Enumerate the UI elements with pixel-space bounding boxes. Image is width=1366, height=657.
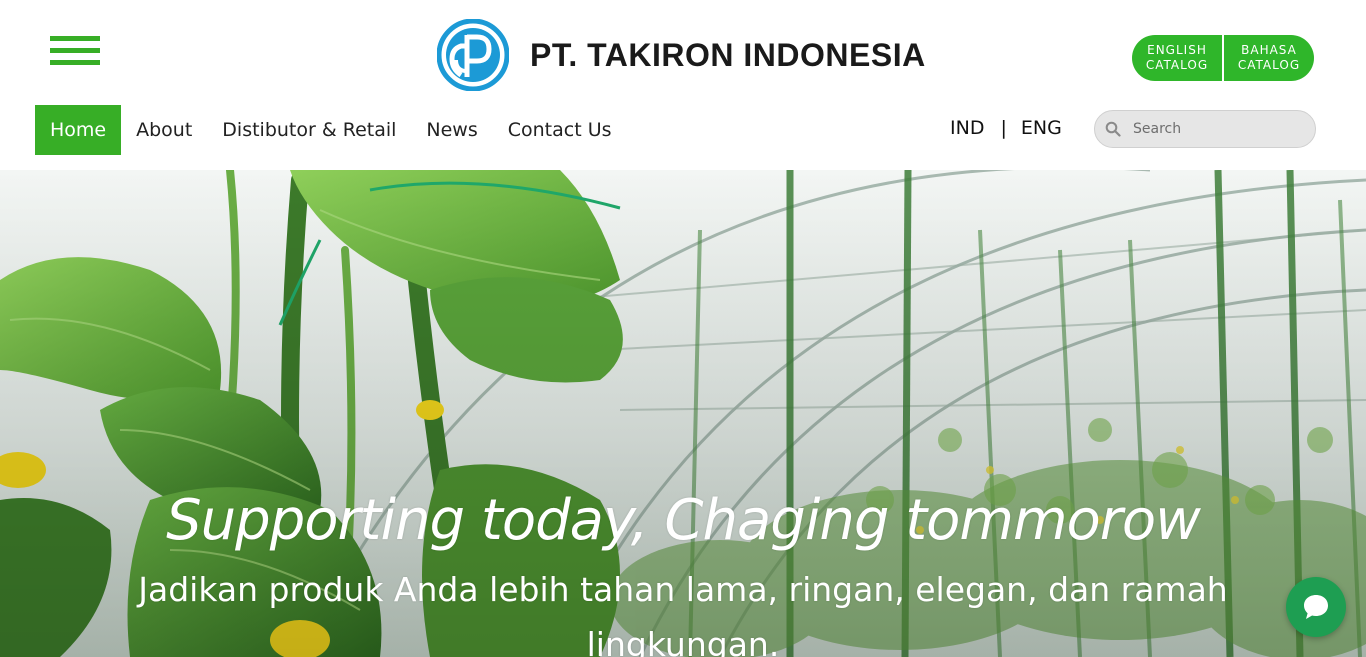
lang-separator: | (1000, 117, 1007, 139)
nav-item-distributor-retail[interactable]: Distibutor & Retail (207, 105, 411, 155)
nav-item-about[interactable]: About (121, 105, 207, 155)
search-box (1094, 110, 1316, 148)
hamburger-bar (50, 48, 100, 53)
nav-item-news[interactable]: News (411, 105, 492, 155)
hamburger-menu-icon[interactable] (50, 34, 100, 68)
lang-ind-link[interactable]: IND (950, 117, 984, 139)
hamburger-bar (50, 36, 100, 41)
chat-bubble-icon (1304, 595, 1328, 619)
bahasa-catalog-button[interactable]: BAHASA CATALOG (1224, 35, 1314, 81)
nav-item-contact-us[interactable]: Contact Us (493, 105, 627, 155)
hero-subtitle: Jadikan produk Anda lebih tahan lama, ri… (138, 570, 1228, 657)
catalog-buttons: ENGLISH CATALOG BAHASA CATALOG (1132, 35, 1314, 81)
lang-eng-link[interactable]: ENG (1021, 117, 1062, 139)
brand-logo-link[interactable]: PT. TAKIRON INDONESIA (437, 19, 926, 91)
nav-item-home[interactable]: Home (35, 105, 122, 155)
search-input[interactable] (1133, 121, 1303, 137)
search-icon[interactable] (1105, 121, 1121, 137)
site-header: PT. TAKIRON INDONESIA ENGLISH CATALOG BA… (0, 0, 1366, 170)
bahasa-catalog-line2: CATALOG (1237, 58, 1301, 72)
language-switcher: IND | ENG (950, 113, 1062, 143)
english-catalog-button[interactable]: ENGLISH CATALOG (1132, 35, 1222, 81)
hamburger-bar (50, 60, 100, 65)
takiron-logo-icon (437, 19, 509, 91)
live-chat-button[interactable] (1286, 577, 1346, 637)
english-catalog-line1: ENGLISH (1147, 43, 1207, 57)
hero-banner: Supporting today, Chaging tommorow Jadik… (0, 170, 1366, 657)
main-nav: Home About Distibutor & Retail News Cont… (35, 105, 627, 155)
hero-title: Supporting today, Chaging tommorow (166, 488, 1201, 553)
brand-name: PT. TAKIRON INDONESIA (530, 36, 926, 73)
bahasa-catalog-line1: BAHASA (1241, 43, 1297, 57)
english-catalog-line2: CATALOG (1145, 58, 1209, 72)
